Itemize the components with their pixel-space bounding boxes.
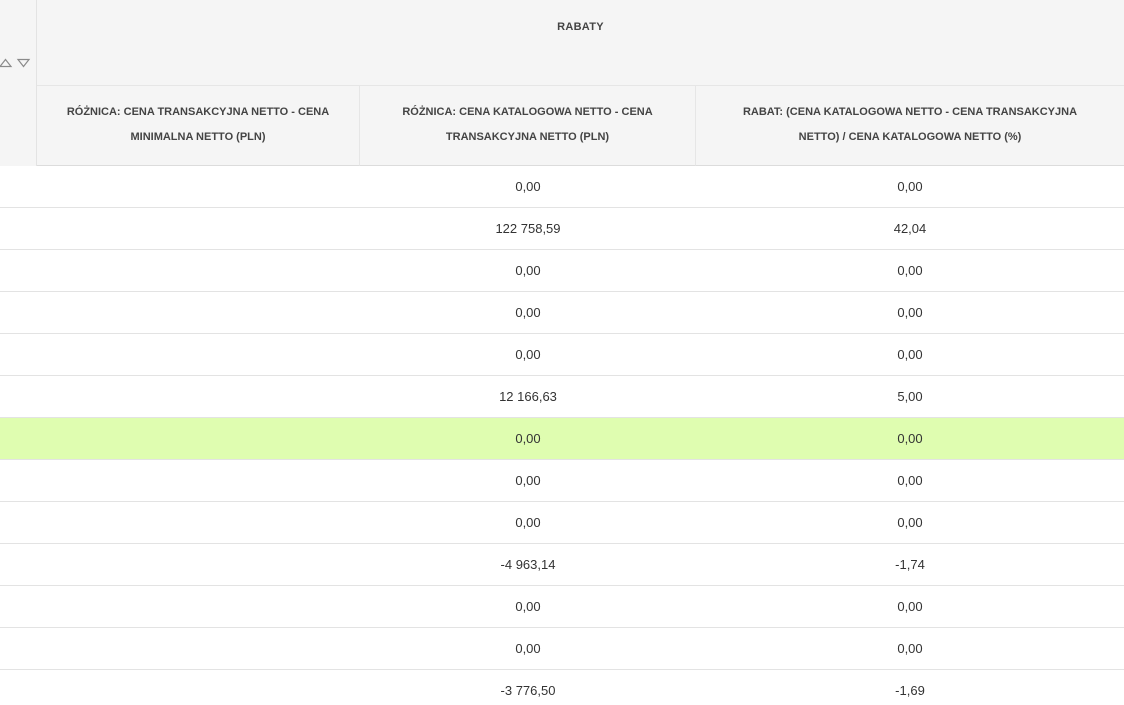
cell-discount-percent: -1,74 [895,557,925,572]
cell-diff-catalog-transaction: 0,00 [515,431,541,446]
column-header-discount-percent[interactable]: RABAT: (CENA KATALOGOWA NETTO - CENA TRA… [696,86,1124,166]
table-row[interactable]: 122 758,59 42,04 [0,208,1124,250]
cell-diff-transaction-minimum [37,334,360,375]
sort-header-cell [0,0,37,166]
cell-diff-catalog-transaction: 12 166,63 [499,389,557,404]
cell-discount-percent: 0,00 [897,347,923,362]
cell-diff-transaction-minimum [37,418,360,459]
sort-controls [0,58,31,68]
cell-discount-percent: 42,04 [893,221,927,236]
table-row[interactable]: 0,00 0,00 [0,166,1124,208]
column-header-diff-transaction-minimum[interactable]: RÓŻNICA: CENA TRANSAKCYJNA NETTO - CENA … [37,86,360,166]
table-row-highlighted[interactable]: 0,00 0,00 [0,418,1124,460]
sort-ascending-icon[interactable] [0,58,13,68]
table-row[interactable]: 0,00 0,00 [0,334,1124,376]
cell-diff-catalog-transaction: 0,00 [515,263,541,278]
cell-discount-percent: 0,00 [897,263,923,278]
cell-diff-transaction-minimum [37,460,360,501]
cell-discount-percent: 0,00 [897,515,923,530]
cell-diff-catalog-transaction: 0,00 [515,473,541,488]
cell-diff-catalog-transaction: 122 758,59 [495,221,561,236]
table-row[interactable]: 0,00 0,00 [0,586,1124,628]
cell-diff-catalog-transaction: 0,00 [515,347,541,362]
cell-diff-transaction-minimum [37,166,360,207]
cell-diff-transaction-minimum [37,292,360,333]
table-row[interactable]: 0,00 0,00 [0,292,1124,334]
cell-diff-catalog-transaction: -3 776,50 [500,683,556,698]
cell-discount-percent: 0,00 [897,599,923,614]
table-row[interactable]: -3 776,50 -1,69 [0,670,1124,705]
table-row[interactable]: 0,00 0,00 [0,250,1124,292]
cell-discount-percent: -1,69 [895,683,925,698]
group-header-rabaty: RABATY [37,0,1124,86]
cell-discount-percent: 0,00 [897,473,923,488]
cell-discount-percent: 5,00 [897,389,923,404]
column-header-line: NETTO) / CENA KATALOGOWA NETTO (%) [798,131,1022,143]
cell-discount-percent: 0,00 [897,179,923,194]
cell-diff-catalog-transaction: 0,00 [515,305,541,320]
cell-diff-transaction-minimum [37,376,360,417]
sort-descending-icon[interactable] [16,58,31,68]
cell-diff-transaction-minimum [37,502,360,543]
cell-diff-catalog-transaction: 0,00 [515,599,541,614]
cell-diff-transaction-minimum [37,208,360,249]
column-header-line: RÓŻNICA: CENA TRANSAKCYJNA NETTO - CENA [66,106,330,118]
rabaty-table: RABATY RÓŻNICA: CENA TRANSAKCYJNA NETTO … [0,0,1124,705]
cell-diff-transaction-minimum [37,670,360,705]
cell-diff-transaction-minimum [37,544,360,585]
table-row[interactable]: -4 963,14 -1,74 [0,544,1124,586]
table-row[interactable]: 0,00 0,00 [0,502,1124,544]
cell-discount-percent: 0,00 [897,305,923,320]
cell-discount-percent: 0,00 [897,431,923,446]
column-header-line: TRANSAKCYJNA NETTO (PLN) [445,131,610,143]
cell-diff-transaction-minimum [37,628,360,669]
column-header-diff-catalog-transaction[interactable]: RÓŻNICA: CENA KATALOGOWA NETTO - CENA TR… [360,86,696,166]
cell-diff-transaction-minimum [37,586,360,627]
cell-diff-transaction-minimum [37,250,360,291]
column-header-line: RABAT: (CENA KATALOGOWA NETTO - CENA TRA… [742,106,1078,118]
table-body: 0,00 0,00 122 758,59 42,04 0,00 0,00 0,0… [0,166,1124,705]
cell-diff-catalog-transaction: 0,00 [515,641,541,656]
table-row[interactable]: 0,00 0,00 [0,460,1124,502]
cell-diff-catalog-transaction: 0,00 [515,179,541,194]
table-row[interactable]: 12 166,63 5,00 [0,376,1124,418]
table-row[interactable]: 0,00 0,00 [0,628,1124,670]
cell-diff-catalog-transaction: 0,00 [515,515,541,530]
column-header-line: RÓŻNICA: CENA KATALOGOWA NETTO - CENA [402,106,653,118]
cell-diff-catalog-transaction: -4 963,14 [500,557,556,572]
column-header-line: MINIMALNA NETTO (PLN) [130,131,266,143]
cell-discount-percent: 0,00 [897,641,923,656]
